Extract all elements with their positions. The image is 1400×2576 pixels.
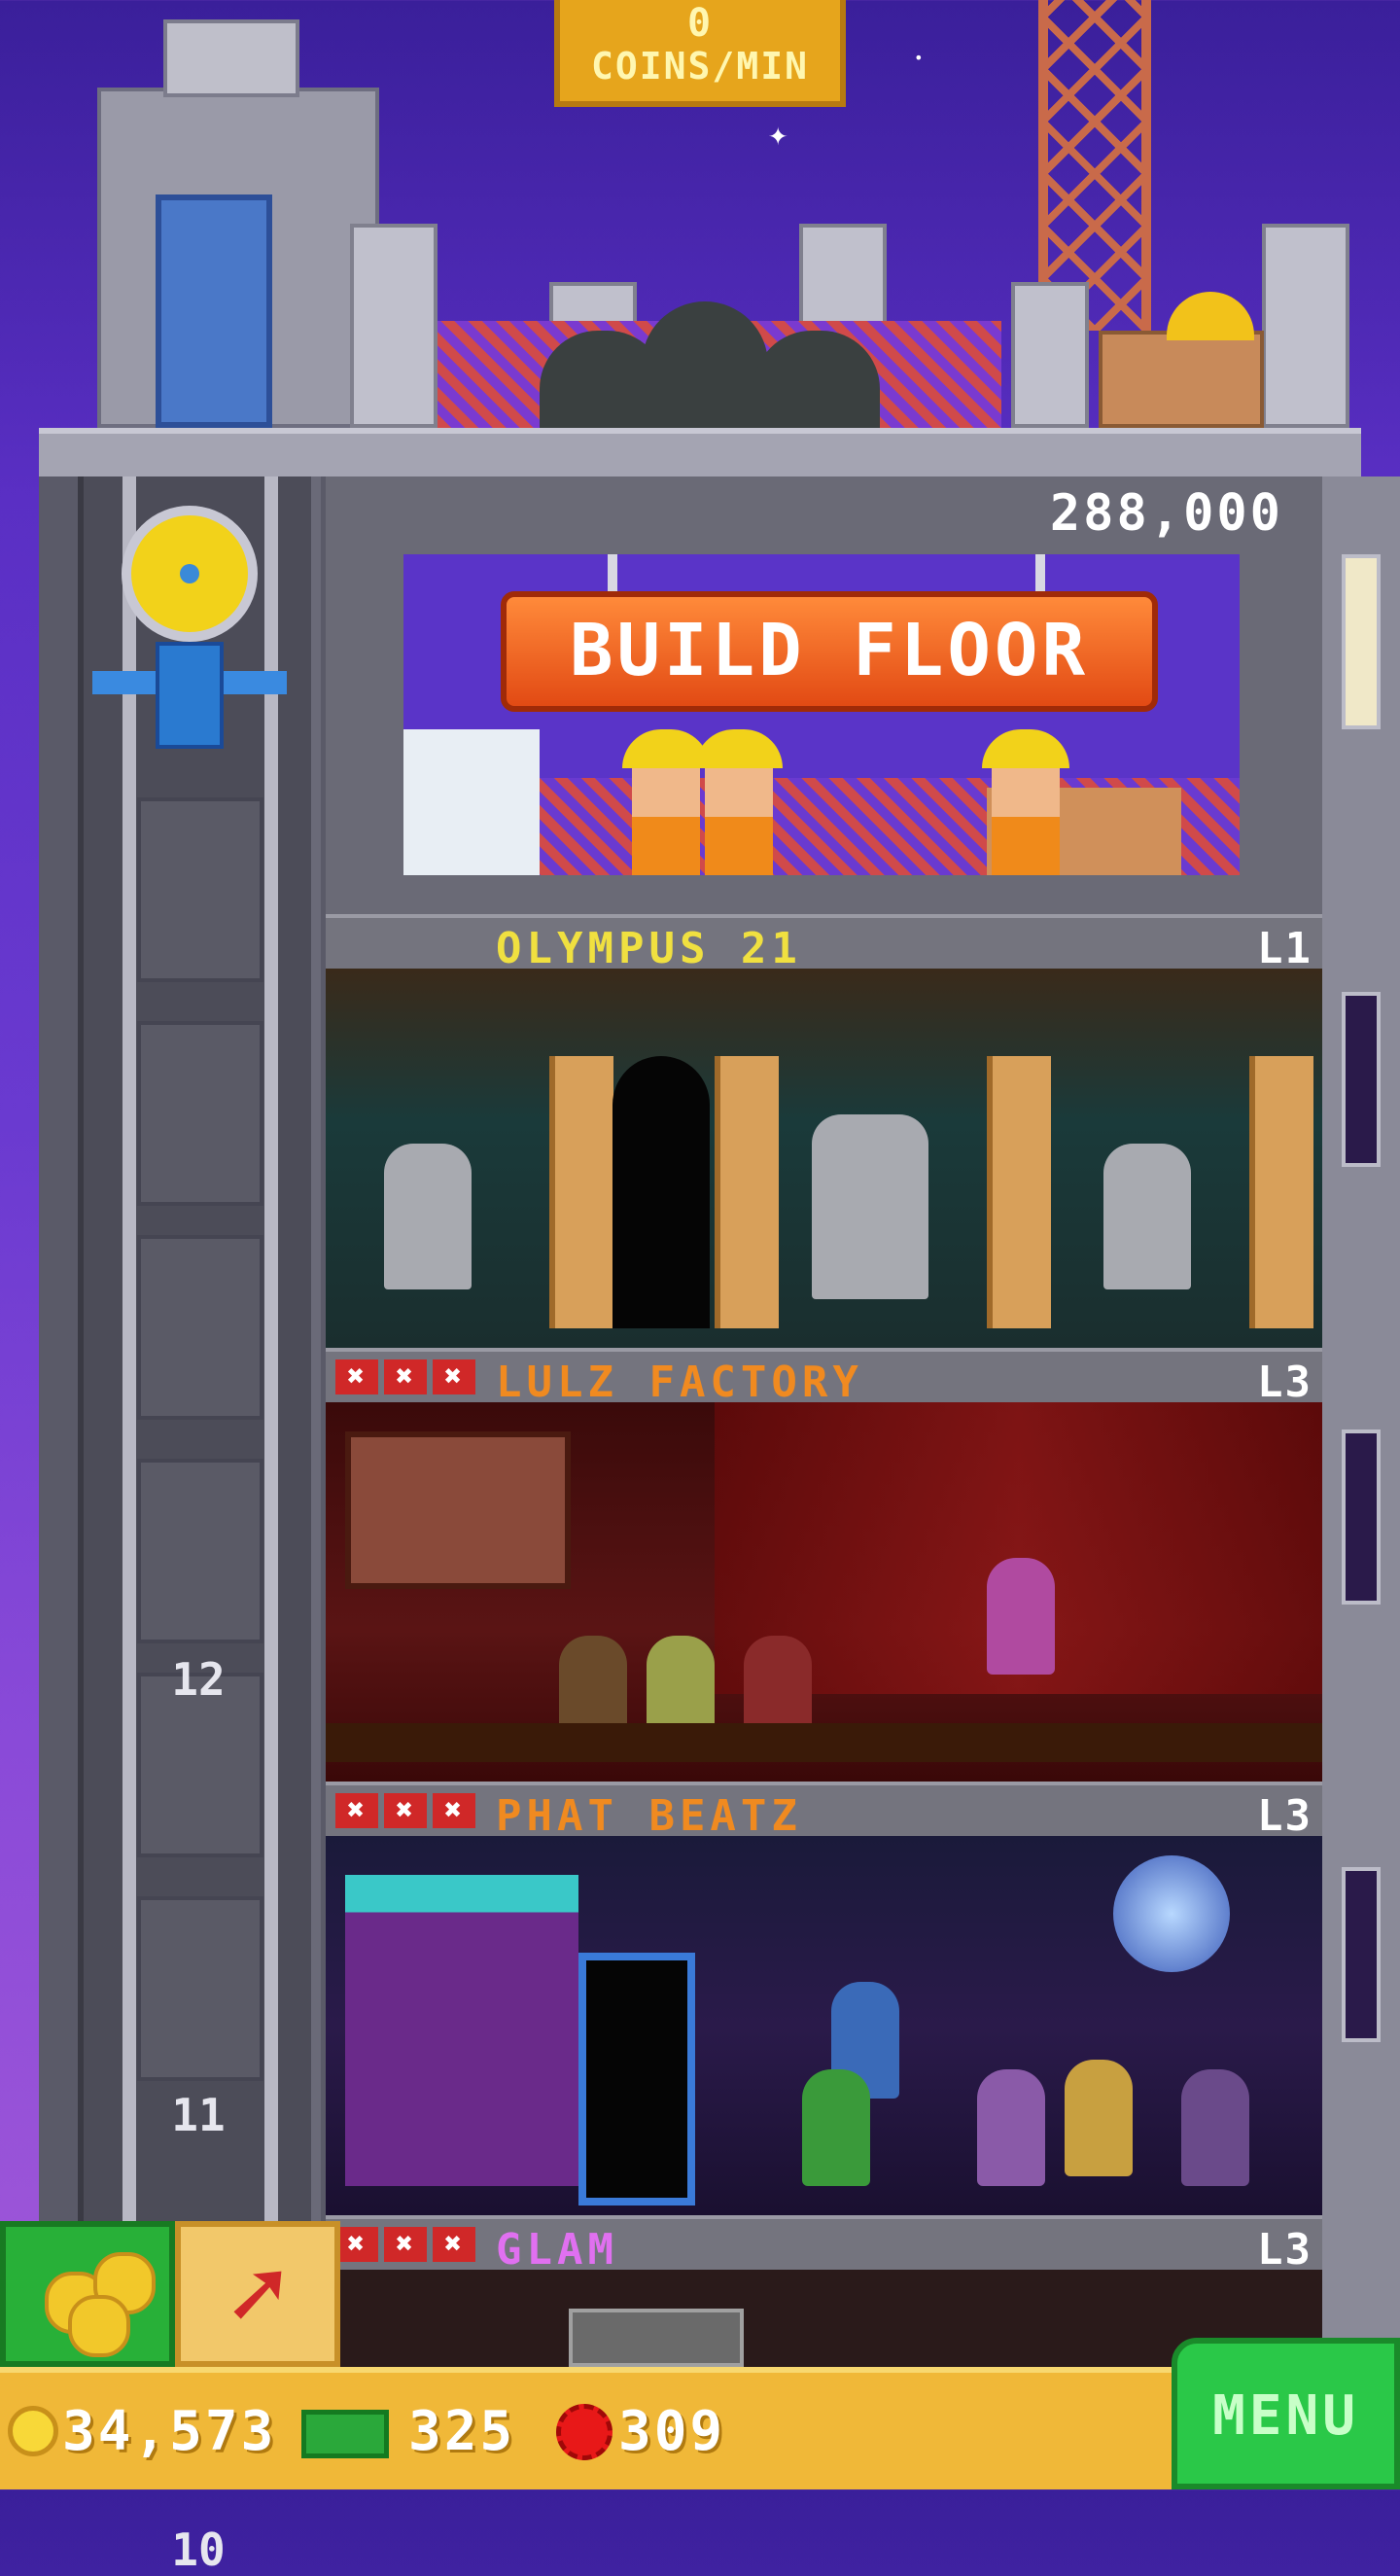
elevator-floor-number: 10: [171, 2523, 226, 2576]
coins-per-minute-sign: 0 COINS/MIN: [554, 0, 846, 107]
column: [715, 1056, 779, 1328]
doorway: [612, 1056, 710, 1328]
construction-worker: [982, 729, 1069, 875]
shaft-panel: [137, 1459, 263, 1643]
rooftop-pillar: [1262, 224, 1349, 428]
statue: [812, 1114, 928, 1299]
floor-room-lulz-factory[interactable]: [326, 1402, 1322, 1782]
floor-name: OLYMPUS 21: [496, 924, 802, 973]
star-slot-icon: ✖: [433, 2227, 475, 2262]
elevator-floor-number: 12: [171, 1653, 226, 1706]
hammer-button[interactable]: ➚: [175, 2221, 340, 2367]
shaft-panel: [137, 797, 263, 982]
floor-name: PHAT BEATZ: [496, 1791, 802, 1841]
wall-portrait: [345, 1431, 571, 1589]
coin-icon: [8, 2406, 58, 2456]
coins-count: 34,573: [62, 2400, 277, 2463]
floor-header-phat-beatz[interactable]: ✖ ✖ ✖ PHAT BEATZ L3: [326, 1782, 1322, 1841]
shaft-panel: [137, 1235, 263, 1420]
star-slot-icon: ✖: [335, 1359, 378, 1394]
star-slot-icon: ✖: [384, 1359, 427, 1394]
rooftop-pillar: [1011, 282, 1089, 428]
dj-booth: [345, 1875, 578, 2186]
floor-header-olympus[interactable]: OLYMPUS 21 L1: [326, 914, 1322, 973]
shaft-panel: [137, 1896, 263, 2081]
window: [1342, 554, 1381, 729]
construction-worker: [695, 729, 783, 875]
elevator-body: [156, 642, 224, 749]
bux-icon: [301, 2410, 389, 2458]
floor-room-phat-beatz[interactable]: [326, 1836, 1322, 2215]
floor-header-glam[interactable]: ✖ ✖ ✖ GLAM L3: [326, 2215, 1322, 2275]
elevator-pulley-icon: [122, 506, 258, 642]
collect-coins-button[interactable]: [0, 2221, 175, 2367]
brick-stack: [1099, 331, 1264, 428]
doorway: [578, 1953, 695, 2205]
window: [1342, 992, 1381, 1167]
statue: [1103, 1144, 1191, 1289]
coins-rate-unit: COINS/MIN: [591, 45, 809, 88]
floor-level: L1: [1257, 924, 1312, 973]
floor-name: GLAM: [496, 2225, 618, 2275]
table-row: [326, 1723, 1322, 1762]
coins-rate-value: 0: [686, 1, 714, 46]
floor-level: L3: [1257, 1791, 1312, 1841]
floor-stars: ✖ ✖ ✖: [335, 1359, 475, 1394]
rooftop-door: [156, 194, 272, 428]
star-icon: •: [914, 49, 924, 67]
window: [1342, 1867, 1381, 2042]
floor-stars: ✖ ✖ ✖: [335, 1793, 475, 1828]
floor-level: L3: [1257, 2225, 1312, 2275]
column: [549, 1056, 613, 1328]
shaft-panel: [137, 1021, 263, 1206]
star-slot-icon: ✖: [433, 1793, 475, 1828]
coin-stack-icon: [68, 2295, 130, 2357]
floor-name: LULZ FACTORY: [496, 1358, 863, 1407]
menu-button[interactable]: MENU: [1172, 2338, 1400, 2489]
rooftop-dome: [642, 301, 768, 428]
window: [1342, 1429, 1381, 1605]
rooftop-dome: [753, 331, 880, 438]
roof-deck: [39, 428, 1361, 476]
tower-right-wall: [1322, 476, 1400, 2363]
elevator-car[interactable]: [92, 506, 287, 778]
elevator-floor-number: 11: [171, 2089, 226, 2141]
dancer: [802, 2069, 870, 2186]
glass-pane: [403, 729, 540, 875]
comedian: [987, 1558, 1055, 1675]
dancer: [1065, 2060, 1133, 2176]
column: [1249, 1056, 1313, 1328]
column: [987, 1056, 1051, 1328]
floor-room-olympus[interactable]: [326, 969, 1322, 1348]
disco-ball-icon: [1113, 1855, 1230, 1972]
floor-stars: ✖ ✖ ✖: [335, 2227, 475, 2262]
star-slot-icon: ✖: [433, 1359, 475, 1394]
floor-level: L3: [1257, 1358, 1312, 1407]
hammer-icon: ➚: [228, 2238, 288, 2351]
bux-count: 325: [408, 2400, 516, 2463]
build-floor-button[interactable]: BUILD FLOOR: [501, 591, 1158, 712]
star-slot-icon: ✖: [384, 2227, 427, 2262]
crane: [1038, 0, 1151, 331]
star-slot-icon: ✖: [335, 1793, 378, 1828]
star-slot-icon: ✖: [335, 2227, 378, 2262]
rooftop-pillar: [350, 224, 438, 428]
dancer: [1181, 2069, 1249, 2186]
gems-count: 309: [618, 2400, 726, 2463]
statue: [384, 1144, 472, 1289]
star-slot-icon: ✖: [384, 1793, 427, 1828]
dancer: [977, 2069, 1045, 2186]
gem-icon: [556, 2404, 612, 2460]
floor-header-lulz-factory[interactable]: ✖ ✖ ✖ LULZ FACTORY L3: [326, 1348, 1322, 1407]
star-icon: ✦: [768, 115, 788, 154]
build-floor-price: 288,000: [1049, 484, 1283, 543]
rooftop-vent: [163, 19, 299, 97]
glam-sign: [569, 2309, 744, 2367]
